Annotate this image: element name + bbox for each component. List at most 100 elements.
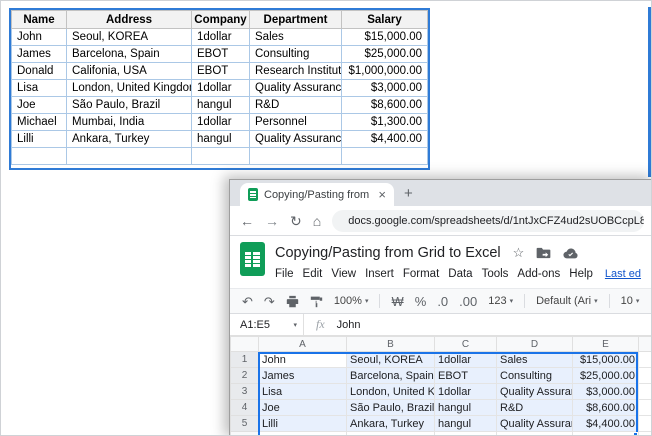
grid-cell[interactable]: Lisa bbox=[12, 80, 67, 97]
menu-edit[interactable]: Edit bbox=[303, 268, 323, 280]
cell-B4[interactable]: São Paulo, Brazil bbox=[347, 400, 435, 416]
grid-cell[interactable]: London, United Kingdom bbox=[67, 80, 192, 97]
decrease-decimal-button[interactable]: .0 bbox=[437, 295, 448, 308]
cell-E6[interactable] bbox=[573, 432, 639, 436]
grid-cell[interactable]: Joe bbox=[12, 97, 67, 114]
home-icon[interactable]: ⌂ bbox=[313, 214, 321, 228]
font-size-select[interactable]: 10▾ bbox=[621, 295, 640, 307]
percent-format-button[interactable]: % bbox=[415, 295, 427, 308]
grid-cell[interactable]: hangul bbox=[192, 97, 250, 114]
grid-cell[interactable]: Barcelona, Spain bbox=[67, 46, 192, 63]
cell-D2[interactable]: Consulting bbox=[497, 368, 573, 384]
cell-A5[interactable]: Lilli bbox=[259, 416, 347, 432]
zoom-select[interactable]: 100%▾ bbox=[334, 295, 369, 307]
cell-B3[interactable]: London, United Kingdom bbox=[347, 384, 435, 400]
grid-cell[interactable] bbox=[250, 148, 342, 165]
cell-A3[interactable]: Lisa bbox=[259, 384, 347, 400]
grid-column-header-name[interactable]: Name bbox=[12, 11, 67, 29]
grid-cell[interactable]: $8,600.00 bbox=[342, 97, 428, 114]
row-header-3[interactable]: 3 bbox=[231, 384, 259, 400]
grid-cell[interactable]: hangul bbox=[192, 131, 250, 148]
menu-tools[interactable]: Tools bbox=[482, 268, 509, 280]
grid-cell[interactable]: $15,000.00 bbox=[342, 29, 428, 46]
cell-D4[interactable]: R&D bbox=[497, 400, 573, 416]
cell-C5[interactable]: hangul bbox=[435, 416, 497, 432]
cell-C3[interactable]: 1dollar bbox=[435, 384, 497, 400]
cell-E1[interactable]: $15,000.00 bbox=[573, 352, 639, 368]
grid-cell[interactable] bbox=[12, 148, 67, 165]
menu-data[interactable]: Data bbox=[448, 268, 472, 280]
cell-A2[interactable]: James bbox=[259, 368, 347, 384]
menu-format[interactable]: Format bbox=[403, 268, 439, 280]
cell-C1[interactable]: 1dollar bbox=[435, 352, 497, 368]
menu-help[interactable]: Help bbox=[569, 268, 593, 280]
grid-cell[interactable]: Califonia, USA bbox=[67, 63, 192, 80]
grid-cell[interactable]: 1dollar bbox=[192, 114, 250, 131]
grid-cell[interactable]: Mumbai, India bbox=[67, 114, 192, 131]
grid-cell[interactable]: $4,400.00 bbox=[342, 131, 428, 148]
cell-B5[interactable]: Ankara, Turkey bbox=[347, 416, 435, 432]
back-icon[interactable]: ← bbox=[240, 214, 254, 228]
star-icon[interactable]: ☆ bbox=[513, 245, 525, 261]
menu-file[interactable]: File bbox=[275, 268, 294, 280]
print-icon[interactable] bbox=[286, 295, 299, 308]
cell-A4[interactable]: Joe bbox=[259, 400, 347, 416]
grid-cell[interactable]: Ankara, Turkey bbox=[67, 131, 192, 148]
cell-C4[interactable]: hangul bbox=[435, 400, 497, 416]
new-tab-button[interactable]: + bbox=[404, 185, 413, 202]
cell-E4[interactable]: $8,600.00 bbox=[573, 400, 639, 416]
cell-B6[interactable] bbox=[347, 432, 435, 436]
grid-cell[interactable]: 1dollar bbox=[192, 29, 250, 46]
redo-icon[interactable]: ↷ bbox=[264, 295, 275, 308]
font-select[interactable]: Default (Ari▾ bbox=[536, 295, 598, 307]
grid-cell[interactable] bbox=[342, 148, 428, 165]
grid-cell[interactable]: John bbox=[12, 29, 67, 46]
column-header-A[interactable]: A bbox=[259, 337, 347, 352]
reload-icon[interactable]: ↻ bbox=[290, 214, 302, 228]
grid-cell[interactable]: EBOT bbox=[192, 63, 250, 80]
row-header-5[interactable]: 5 bbox=[231, 416, 259, 432]
grid-cell[interactable]: EBOT bbox=[192, 46, 250, 63]
grid-column-header-department[interactable]: Department bbox=[250, 11, 342, 29]
browser-tab[interactable]: Copying/Pasting from Grid to E × bbox=[240, 183, 394, 206]
grid-column-header-company[interactable]: Company bbox=[192, 11, 250, 29]
paint-format-icon[interactable] bbox=[310, 295, 323, 308]
grid-cell[interactable]: Personnel bbox=[250, 114, 342, 131]
formula-input[interactable]: John bbox=[337, 319, 361, 331]
grid-cell[interactable]: Donald bbox=[12, 63, 67, 80]
undo-icon[interactable]: ↶ bbox=[242, 295, 253, 308]
forward-icon[interactable]: → bbox=[265, 214, 279, 228]
cell-B2[interactable]: Barcelona, Spain bbox=[347, 368, 435, 384]
grid-cell[interactable]: São Paulo, Brazil bbox=[67, 97, 192, 114]
grid-cell[interactable]: Research Institute bbox=[250, 63, 342, 80]
menu-insert[interactable]: Insert bbox=[365, 268, 394, 280]
grid-column-header-salary[interactable]: Salary bbox=[342, 11, 428, 29]
cell-C6[interactable] bbox=[435, 432, 497, 436]
grid-cell[interactable]: $1,000,000.00 bbox=[342, 63, 428, 80]
last-edit-link[interactable]: Last ed bbox=[605, 268, 641, 280]
grid-cell[interactable]: Sales bbox=[250, 29, 342, 46]
cell-C2[interactable]: EBOT bbox=[435, 368, 497, 384]
column-header-E[interactable]: E bbox=[573, 337, 639, 352]
grid-cell[interactable]: Lilli bbox=[12, 131, 67, 148]
column-header-C[interactable]: C bbox=[435, 337, 497, 352]
cell-A6[interactable] bbox=[259, 432, 347, 436]
document-title[interactable]: Copying/Pasting from Grid to Excel bbox=[275, 245, 501, 261]
grid-cell[interactable] bbox=[67, 148, 192, 165]
grid-cell[interactable] bbox=[192, 148, 250, 165]
grid-cell[interactable]: $25,000.00 bbox=[342, 46, 428, 63]
increase-decimal-button[interactable]: .00 bbox=[459, 295, 477, 308]
cell-D6[interactable] bbox=[497, 432, 573, 436]
select-all-corner[interactable] bbox=[231, 337, 259, 352]
row-header-6[interactable]: 6 bbox=[231, 432, 259, 436]
sheets-logo-icon[interactable] bbox=[240, 242, 265, 276]
grid-cell[interactable]: R&D bbox=[250, 97, 342, 114]
cell-D5[interactable]: Quality Assurance bbox=[497, 416, 573, 432]
cell-A1[interactable]: John bbox=[259, 352, 347, 368]
cloud-status-icon[interactable] bbox=[563, 247, 579, 259]
grid-cell[interactable]: $3,000.00 bbox=[342, 80, 428, 97]
column-header-D[interactable]: D bbox=[497, 337, 573, 352]
grid-cell[interactable]: James bbox=[12, 46, 67, 63]
more-formats-button[interactable]: 123▾ bbox=[488, 295, 513, 307]
tab-close-icon[interactable]: × bbox=[378, 187, 386, 202]
